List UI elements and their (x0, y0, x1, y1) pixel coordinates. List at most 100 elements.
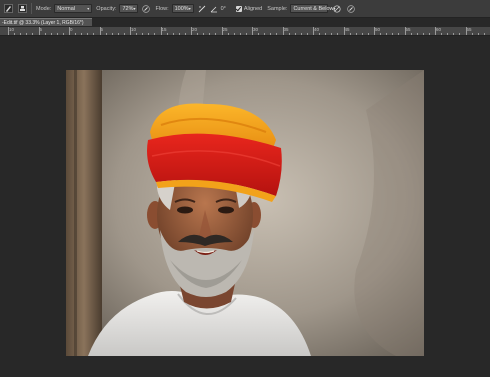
ruler-tick (447, 33, 449, 35)
ruler-number: 5 (100, 27, 104, 32)
ruler-tick (258, 33, 260, 35)
ruler-tick (148, 33, 150, 35)
ruler-tick (288, 33, 290, 35)
ruler-tick (44, 33, 46, 35)
pressure-size-icon[interactable] (346, 3, 355, 14)
ruler-tick (215, 33, 217, 35)
chevron-down-icon: ▾ (133, 6, 136, 11)
ignore-adjustment-layers-icon[interactable] (332, 3, 341, 14)
ruler-tick (14, 33, 16, 35)
ruler-tick (331, 33, 333, 35)
ruler-tick (81, 33, 83, 35)
portrait-photo[interactable] (66, 70, 424, 356)
mode-label: Mode: (36, 5, 52, 12)
pressure-opacity-icon[interactable] (141, 3, 150, 14)
ruler-tick (270, 33, 272, 35)
brush-preset-icon[interactable] (17, 3, 27, 14)
ruler-tick (130, 27, 131, 35)
ruler-tick (197, 33, 199, 35)
ruler-tick (93, 33, 95, 35)
ruler-tick (380, 33, 382, 35)
ruler-tick (99, 27, 101, 35)
ruler-tick (209, 33, 211, 35)
ruler-tick (392, 33, 394, 35)
aligned-checkbox[interactable] (235, 5, 242, 12)
ruler-tick (105, 33, 107, 35)
mode-select[interactable]: Normal ▾ (54, 4, 93, 13)
ruler-tick (300, 33, 302, 35)
ruler-tick (56, 33, 58, 35)
ruler-tick (441, 33, 443, 35)
flow-label: Flow: (155, 5, 169, 12)
ruler-tick (361, 33, 363, 35)
document-tab[interactable]: -Edit.tif @ 33.3% (Layer 1, RGB/16*) (0, 18, 92, 26)
ruler-number: 5 (39, 27, 43, 32)
ruler-tick (276, 33, 278, 35)
opacity-value: 72% (122, 5, 134, 12)
clone-stamp-tool-icon[interactable] (3, 3, 13, 14)
airbrush-icon[interactable] (198, 3, 207, 14)
ruler-tick (483, 33, 485, 35)
ruler-tick (62, 33, 64, 35)
ruler-tick (136, 33, 138, 35)
ruler-tick (367, 33, 369, 35)
ruler-tick (87, 33, 89, 35)
ruler-tick (227, 33, 229, 35)
ruler-tick (233, 33, 235, 35)
ruler-tick (453, 33, 455, 35)
ruler-tick (264, 33, 266, 35)
horizontal-ruler[interactable]: 10 5 0 5 10 15 20 25 30 35 40 45 50 55 60 65 (0, 27, 490, 36)
angle-value[interactable]: 0° (221, 6, 226, 12)
chevron-down-icon: ▾ (188, 6, 191, 11)
ruler-tick (69, 27, 70, 35)
ruler-tick (374, 27, 375, 35)
ruler-tick (386, 33, 388, 35)
ruler-tick (239, 33, 241, 35)
ruler-tick (471, 33, 473, 35)
ruler-tick (398, 33, 400, 35)
ruler-tick (343, 27, 345, 35)
flow-field[interactable]: 100% ▾ (171, 4, 194, 13)
ruler-tick (252, 27, 253, 35)
ruler-tick (191, 27, 192, 35)
ruler-number: 0 (70, 27, 73, 32)
ruler-tick (221, 27, 223, 35)
document-tab-title: -Edit.tif @ 33.3% (Layer 1, RGB/16*) (2, 20, 84, 26)
sample-label: Sample: (267, 5, 288, 12)
ruler-tick (325, 33, 327, 35)
flow-value: 100% (174, 5, 189, 12)
ruler-tick (410, 33, 412, 35)
angle-icon[interactable] (210, 3, 219, 14)
ruler-tick (306, 33, 308, 35)
ruler-tick (459, 33, 461, 35)
separator (31, 3, 32, 14)
ruler-tick (142, 33, 144, 35)
ruler-tick (477, 33, 479, 35)
ruler-tick (422, 33, 424, 35)
ruler-tick (26, 33, 28, 35)
ruler-tick (294, 33, 296, 35)
aligned-label: Aligned (243, 5, 263, 12)
sample-select[interactable]: Current & Below ▾ (290, 4, 336, 13)
ruler-tick (337, 33, 339, 35)
mode-value: Normal (57, 5, 76, 12)
ruler-tick (20, 33, 22, 35)
ruler-tick (75, 33, 77, 35)
ruler-tick (178, 33, 180, 35)
ruler-tick (465, 27, 467, 35)
document-tab-bar: -Edit.tif @ 33.3% (Layer 1, RGB/16*) (0, 18, 490, 26)
ruler-tick (435, 27, 436, 35)
opacity-field[interactable]: 72% ▾ (119, 4, 139, 13)
ruler-tick (8, 27, 9, 35)
opacity-label: Opacity: (96, 5, 117, 12)
ruler-tick (313, 27, 314, 35)
canvas-area[interactable] (0, 36, 490, 377)
chevron-down-icon: ▾ (87, 6, 90, 11)
ruler-tick (428, 33, 430, 35)
ruler-tick (203, 33, 205, 35)
ruler-tick (38, 27, 40, 35)
options-bar: Mode: Normal ▾ Opacity: 72% ▾ Flow: 100%… (0, 0, 490, 18)
ruler-tick (166, 33, 168, 35)
ruler-tick (123, 33, 125, 35)
ruler-tick (111, 33, 113, 35)
